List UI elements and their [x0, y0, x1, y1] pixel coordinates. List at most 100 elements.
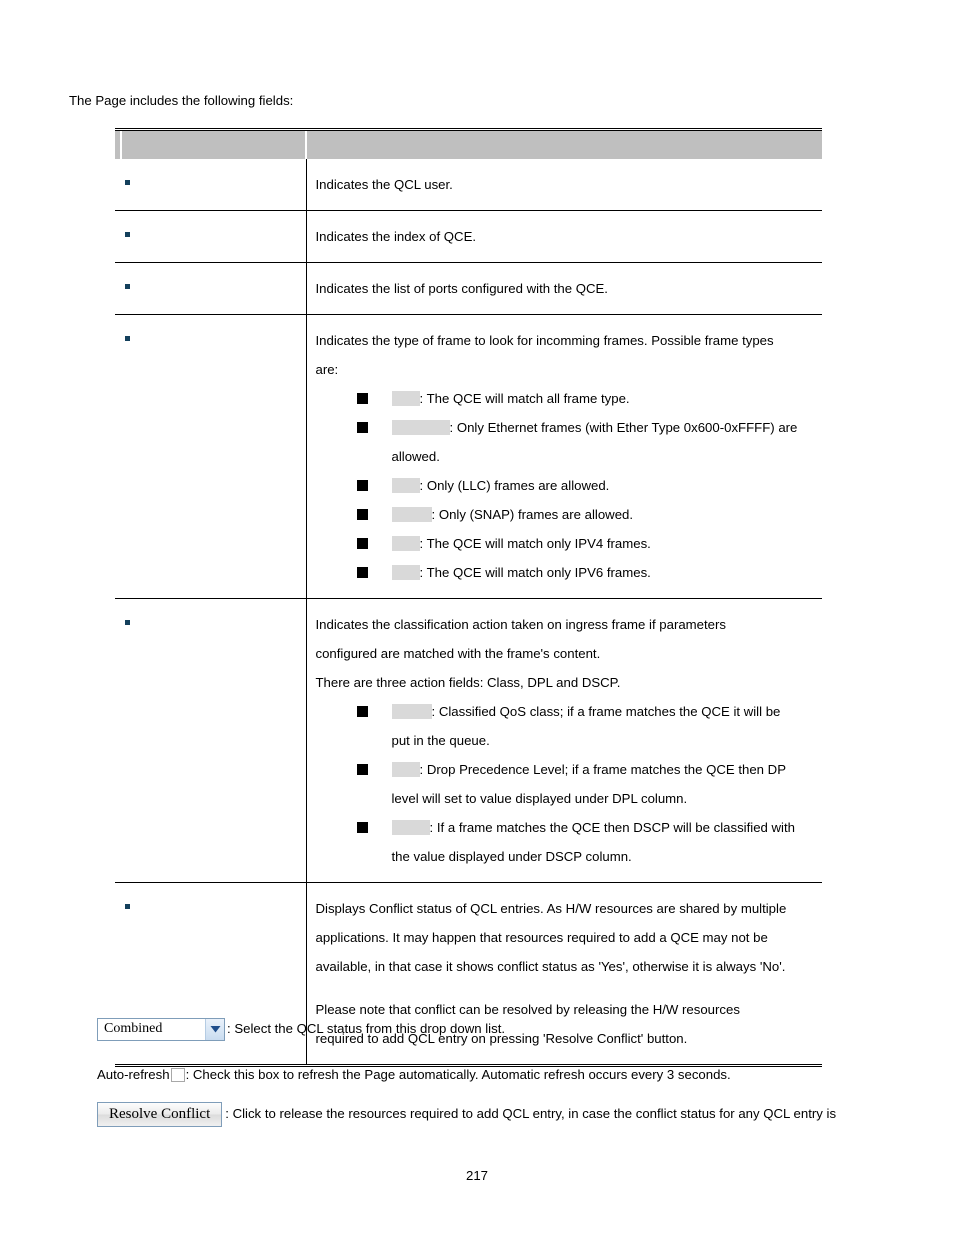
auto-refresh-description: : Check this box to refresh the Page aut… [185, 1067, 731, 1082]
resolve-conflict-description: : Click to release the resources require… [225, 1106, 837, 1121]
table-row: Indicates the classification action take… [115, 598, 822, 883]
row-name-cell [115, 598, 307, 883]
square-bullet-icon [356, 822, 368, 833]
list-item-continuation: level will set to value displayed under … [391, 791, 688, 806]
table-row: Indicates the index of QCE. [115, 210, 822, 263]
fields-table-body: Indicates the QCL user. Indicates the in… [115, 129, 822, 1066]
square-bullet-icon [356, 538, 368, 549]
row-name-cell [115, 159, 307, 211]
square-bullet-icon [356, 706, 368, 717]
square-bullet-icon [356, 764, 368, 775]
chevron-down-icon[interactable] [205, 1018, 224, 1040]
list-item-text: : The QCE will match only IPV4 frames. [419, 536, 651, 551]
square-bullet-icon [356, 567, 368, 578]
redacted-label [391, 820, 430, 835]
page-number: 217 [465, 1168, 488, 1183]
bullet-icon [125, 336, 130, 342]
row-description-cell: Indicates the QCL user. [306, 159, 822, 211]
row-name-cell [115, 262, 307, 315]
bullet-icon [125, 904, 130, 910]
qcl-status-description: : Select the QCL status from this drop d… [227, 1021, 506, 1036]
qcl-status-select[interactable]: Combined [97, 1017, 225, 1041]
qcl-status-row: Combined : Select the QCL status from th… [97, 1014, 897, 1044]
list-item: : Only (SNAP) frames are allowed. [316, 500, 817, 529]
description-line: configured are matched with the frame's … [315, 646, 601, 661]
list-item-text: : If a frame matches the QCE then DSCP w… [429, 820, 796, 835]
list-item: : Classified QoS class; if a frame match… [316, 697, 817, 726]
row-name-content [115, 263, 306, 310]
square-bullet-icon [356, 509, 368, 520]
row-description-cell: Indicates the classification action take… [306, 598, 822, 883]
redacted-label [391, 536, 420, 551]
redacted-label [391, 565, 420, 580]
redacted-label [391, 391, 420, 406]
square-bullet-icon [356, 393, 368, 404]
list-item-text: : Drop Precedence Level; if a frame matc… [419, 762, 787, 777]
row-name-content [115, 599, 306, 646]
description-line: Indicates the index of QCE. [315, 229, 477, 244]
list-item-text: : The QCE will match all frame type. [419, 391, 630, 406]
auto-refresh-row: Auto-refresh : Check this box to refresh … [97, 1063, 897, 1087]
description-line: There are three action fields: Class, DP… [315, 675, 621, 690]
header-cell-description [306, 129, 822, 159]
description-line: applications. It may happen that resourc… [315, 930, 768, 945]
description-line: Indicates the type of frame to look for … [315, 333, 774, 348]
intro-text: The Page includes the following fields: [69, 93, 294, 108]
list-item-continuation: the value displayed under DSCP column. [391, 849, 632, 864]
description-line: Indicates the classification action take… [315, 617, 726, 632]
table-row: Indicates the type of frame to look for … [115, 314, 822, 599]
table-row: Indicates the list of ports configured w… [115, 262, 822, 315]
bullet-icon [125, 620, 130, 626]
controls-section: Combined : Select the QCL status from th… [97, 1014, 897, 1129]
list-item: : The QCE will match all frame type. [316, 384, 817, 413]
list-item: : If a frame matches the QCE then DSCP w… [316, 813, 817, 842]
table-row: Indicates the QCL user. [115, 159, 822, 211]
square-bullet-icon [356, 480, 368, 491]
list-item-text: : Classified QoS class; if a frame match… [431, 704, 781, 719]
description-line: Indicates the list of ports configured w… [315, 281, 608, 296]
list-item-text: : Only (LLC) frames are allowed. [419, 478, 610, 493]
description-line: Indicates the QCL user. [315, 177, 453, 192]
list-item-text: : Only (SNAP) frames are allowed. [431, 507, 634, 522]
bullet-icon [125, 232, 130, 238]
row-name-content [115, 211, 306, 258]
description-line: available, in that case it shows conflic… [315, 959, 786, 974]
row-name-cell [115, 210, 307, 263]
square-bullet-icon [356, 422, 368, 433]
list-item: : Only Ethernet frames (with Ether Type … [316, 413, 817, 442]
list-item-continuation: put in the queue. [391, 733, 490, 748]
description-line: Displays Conflict status of QCL entries.… [315, 901, 787, 916]
action-field-list: : Classified QoS class; if a frame match… [316, 697, 817, 871]
header-cell-object [115, 129, 307, 159]
description-line: are: [315, 362, 339, 377]
frame-type-list: : The QCE will match all frame type. : O… [316, 384, 817, 587]
list-item-continuation: allowed. [391, 449, 440, 464]
checkbox-unchecked-icon[interactable] [170, 1068, 185, 1082]
auto-refresh-label: Auto-refresh [97, 1067, 170, 1082]
list-item: : The QCE will match only IPV6 frames. [316, 558, 817, 587]
resolve-conflict-button[interactable]: Resolve Conflict [97, 1101, 223, 1127]
row-name-content [115, 159, 306, 206]
row-description-cell: Indicates the type of frame to look for … [306, 314, 822, 599]
table-header-row [115, 129, 822, 159]
redacted-label [391, 704, 432, 719]
redacted-label [391, 420, 450, 435]
list-item-text: : Only Ethernet frames (with Ether Type … [449, 420, 798, 435]
header-description-label [307, 131, 822, 154]
row-name-content [115, 315, 306, 362]
redacted-label [391, 507, 432, 522]
list-item-text: : The QCE will match only IPV6 frames. [419, 565, 651, 580]
resolve-conflict-row: Resolve Conflict : Click to release the … [97, 1099, 897, 1129]
list-item: : Drop Precedence Level; if a frame matc… [316, 755, 817, 784]
redacted-label [391, 478, 420, 493]
list-item: : Only (LLC) frames are allowed. [316, 471, 817, 500]
row-name-content [115, 883, 306, 930]
document-page: The Page includes the following fields: [0, 0, 954, 1235]
redacted-label [391, 762, 420, 777]
bullet-icon [125, 180, 130, 186]
header-object-label [115, 131, 305, 154]
qcl-status-value: Combined [104, 1021, 163, 1036]
row-description-cell: Indicates the index of QCE. [306, 210, 822, 263]
row-description-cell: Indicates the list of ports configured w… [306, 262, 822, 315]
